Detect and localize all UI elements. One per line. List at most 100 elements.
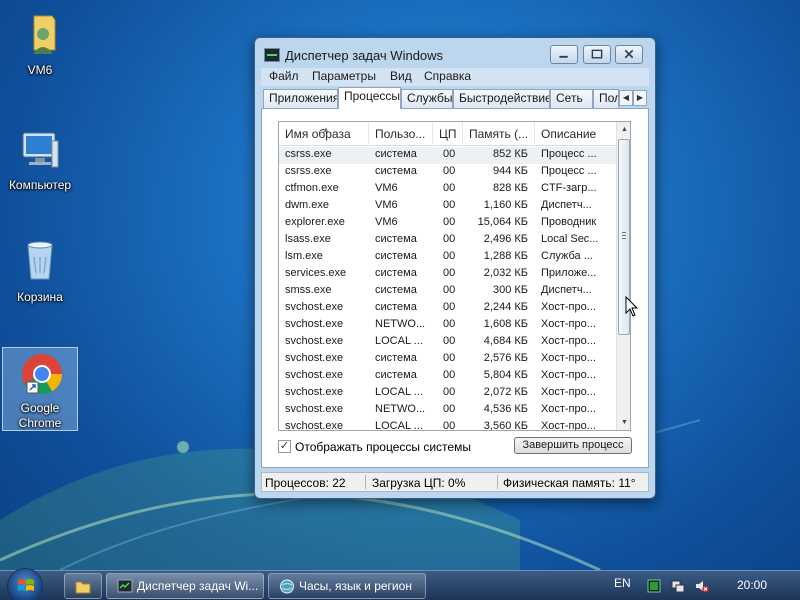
status-divider	[365, 475, 366, 489]
process-row[interactable]: svchost.exe система 00 5,804 КБ Хост-про...	[279, 368, 616, 385]
process-memory: 2,072 КБ	[483, 386, 528, 398]
show-all-processes-checkbox[interactable]: ✓	[278, 440, 291, 453]
windows-logo-icon	[18, 579, 34, 591]
process-description: Процесс ...	[541, 165, 597, 177]
tab-applications[interactable]: Приложения	[263, 89, 338, 108]
process-memory: 944 КБ	[492, 165, 528, 177]
process-name: explorer.exe	[285, 216, 345, 228]
process-list-scrollbar[interactable]: ▲ ▼	[616, 122, 630, 430]
process-row[interactable]: services.exe система 00 2,032 КБ Приложе...	[279, 266, 616, 283]
process-description: Хост-про...	[541, 386, 596, 398]
scroll-down-icon[interactable]: ▼	[617, 415, 630, 430]
desktop-icon-recycle-bin[interactable]: Корзина	[2, 237, 78, 305]
sort-ascending-icon: ▲	[322, 125, 330, 134]
process-memory: 3,560 КБ	[483, 420, 528, 431]
close-icon	[624, 49, 634, 59]
column-image-name[interactable]: ▲ Имя образа	[279, 122, 369, 146]
status-process-count: Процессов: 22	[265, 476, 346, 490]
process-row[interactable]: lsass.exe система 00 2,496 КБ Local Sec...	[279, 232, 616, 249]
clock[interactable]: 20:00	[737, 578, 767, 592]
process-cpu: 00	[443, 199, 456, 211]
process-list[interactable]: ▲ Имя образа Пользо... ЦП Память (... Оп…	[278, 121, 631, 431]
process-row[interactable]: svchost.exe система 00 2,576 КБ Хост-про...	[279, 351, 616, 368]
process-row[interactable]: svchost.exe LOCAL ... 00 4,684 КБ Хост-про..…	[279, 334, 616, 351]
scroll-up-icon[interactable]: ▲	[617, 122, 630, 137]
process-row[interactable]: lsm.exe система 00 1,288 КБ Служба ...	[279, 249, 616, 266]
desktop-icon-computer[interactable]: Компьютер	[2, 125, 78, 193]
close-button[interactable]	[615, 45, 643, 64]
process-row[interactable]: ctfmon.exe VM6 00 828 КБ CTF-загр...	[279, 181, 616, 198]
process-cpu: 00	[443, 403, 456, 415]
show-all-processes-option[interactable]: ✓ Отображать процессы системы	[278, 439, 478, 455]
process-user: LOCAL ...	[375, 386, 423, 398]
process-description: Диспетч...	[541, 284, 592, 296]
desktop-icon-user-folder[interactable]: VM6	[2, 10, 78, 78]
column-memory[interactable]: Память (...	[463, 122, 535, 146]
taskbar-task-manager-button[interactable]: Диспетчер задач Wi...	[106, 573, 264, 599]
column-user[interactable]: Пользо...	[369, 122, 433, 146]
maximize-button[interactable]	[583, 45, 611, 64]
menu-file[interactable]: Файл	[269, 69, 299, 83]
taskbar-region-settings-button[interactable]: Часы, язык и регион	[268, 573, 426, 599]
volume-muted-icon[interactable]	[695, 579, 709, 593]
menu-options[interactable]: Параметры	[312, 69, 376, 83]
process-row[interactable]: csrss.exe система 00 944 КБ Процесс ...	[279, 164, 616, 181]
process-cpu: 00	[443, 165, 456, 177]
start-button[interactable]	[7, 568, 43, 600]
grip-icon	[622, 232, 626, 239]
process-description: CTF-загр...	[541, 182, 597, 194]
taskbar-explorer-button[interactable]	[64, 573, 102, 599]
tab-services[interactable]: Службы	[401, 89, 453, 108]
language-indicator[interactable]: EN	[614, 576, 631, 590]
tab-processes[interactable]: Процессы	[338, 87, 401, 109]
tab-network[interactable]: Сеть	[550, 89, 593, 108]
process-cpu: 00	[443, 335, 456, 347]
menu-help[interactable]: Справка	[424, 69, 471, 83]
process-row[interactable]: dwm.exe VM6 00 1,160 КБ Диспетч...	[279, 198, 616, 215]
status-divider	[497, 475, 498, 489]
column-cpu[interactable]: ЦП	[433, 122, 463, 146]
process-row[interactable]: svchost.exe NETWO... 00 1,608 КБ Хост-про...	[279, 317, 616, 334]
process-memory: 2,032 КБ	[483, 267, 528, 279]
show-all-processes-label: Отображать процессы системы	[295, 440, 471, 454]
process-description: Хост-про...	[541, 420, 596, 431]
process-name: svchost.exe	[285, 403, 344, 415]
tab-strip: Приложения Процессы Службы Быстродействи…	[261, 87, 649, 109]
task-manager-tray-icon[interactable]	[647, 579, 661, 593]
process-name: svchost.exe	[285, 301, 344, 313]
process-list-header: ▲ Имя образа Пользо... ЦП Память (... Оп…	[279, 122, 616, 146]
status-physical-memory: Физическая память: 11°	[503, 476, 636, 490]
desktop-icon-label: Корзина	[17, 290, 63, 304]
process-row[interactable]: smss.exe система 00 300 КБ Диспетч...	[279, 283, 616, 300]
desktop-icon-google-chrome[interactable]: Google Chrome	[2, 347, 78, 431]
end-process-button[interactable]: Завершить процесс	[514, 437, 632, 454]
tab-performance[interactable]: Быстродействие	[453, 89, 550, 108]
minimize-button[interactable]	[550, 45, 578, 64]
process-name: lsm.exe	[285, 250, 323, 262]
tab-scroll-right-icon[interactable]: ▶	[633, 90, 647, 106]
process-user: система	[375, 148, 417, 160]
menu-bar: Файл Параметры Вид Справка	[261, 68, 649, 86]
status-cpu-usage: Загрузка ЦП: 0%	[372, 476, 466, 490]
recycle-bin-icon	[27, 241, 53, 280]
process-row[interactable]: svchost.exe система 00 2,244 КБ Хост-про...	[279, 300, 616, 317]
processes-panel: ▲ Имя образа Пользо... ЦП Память (... Оп…	[261, 108, 649, 468]
process-memory: 828 КБ	[492, 182, 528, 194]
window-titlebar[interactable]: Диспетчер задач Windows	[255, 38, 655, 68]
network-icon[interactable]	[671, 579, 685, 593]
tab-scroll-left-icon[interactable]: ◀	[619, 90, 633, 106]
process-description: Хост-про...	[541, 301, 596, 313]
column-description[interactable]: Описание	[535, 122, 616, 146]
process-user: система	[375, 369, 417, 381]
process-row[interactable]: svchost.exe NETWO... 00 4,536 КБ Хост-про...	[279, 402, 616, 419]
process-row[interactable]: csrss.exe система 00 852 КБ Процесс ...	[279, 147, 616, 164]
mouse-cursor-icon	[625, 296, 639, 317]
process-row[interactable]: svchost.exe LOCAL ... 00 3,560 КБ Хост-про..…	[279, 419, 616, 431]
menu-view[interactable]: Вид	[390, 69, 412, 83]
process-row[interactable]: svchost.exe LOCAL ... 00 2,072 КБ Хост-про..…	[279, 385, 616, 402]
tab-users-partial[interactable]: Пол	[593, 89, 619, 108]
process-description: Служба ...	[541, 250, 593, 262]
process-row[interactable]: explorer.exe VM6 00 15,064 КБ Проводник	[279, 215, 616, 232]
task-manager-window: Диспетчер задач Windows Файл Параметры В…	[254, 37, 656, 499]
process-memory: 2,244 КБ	[483, 301, 528, 313]
